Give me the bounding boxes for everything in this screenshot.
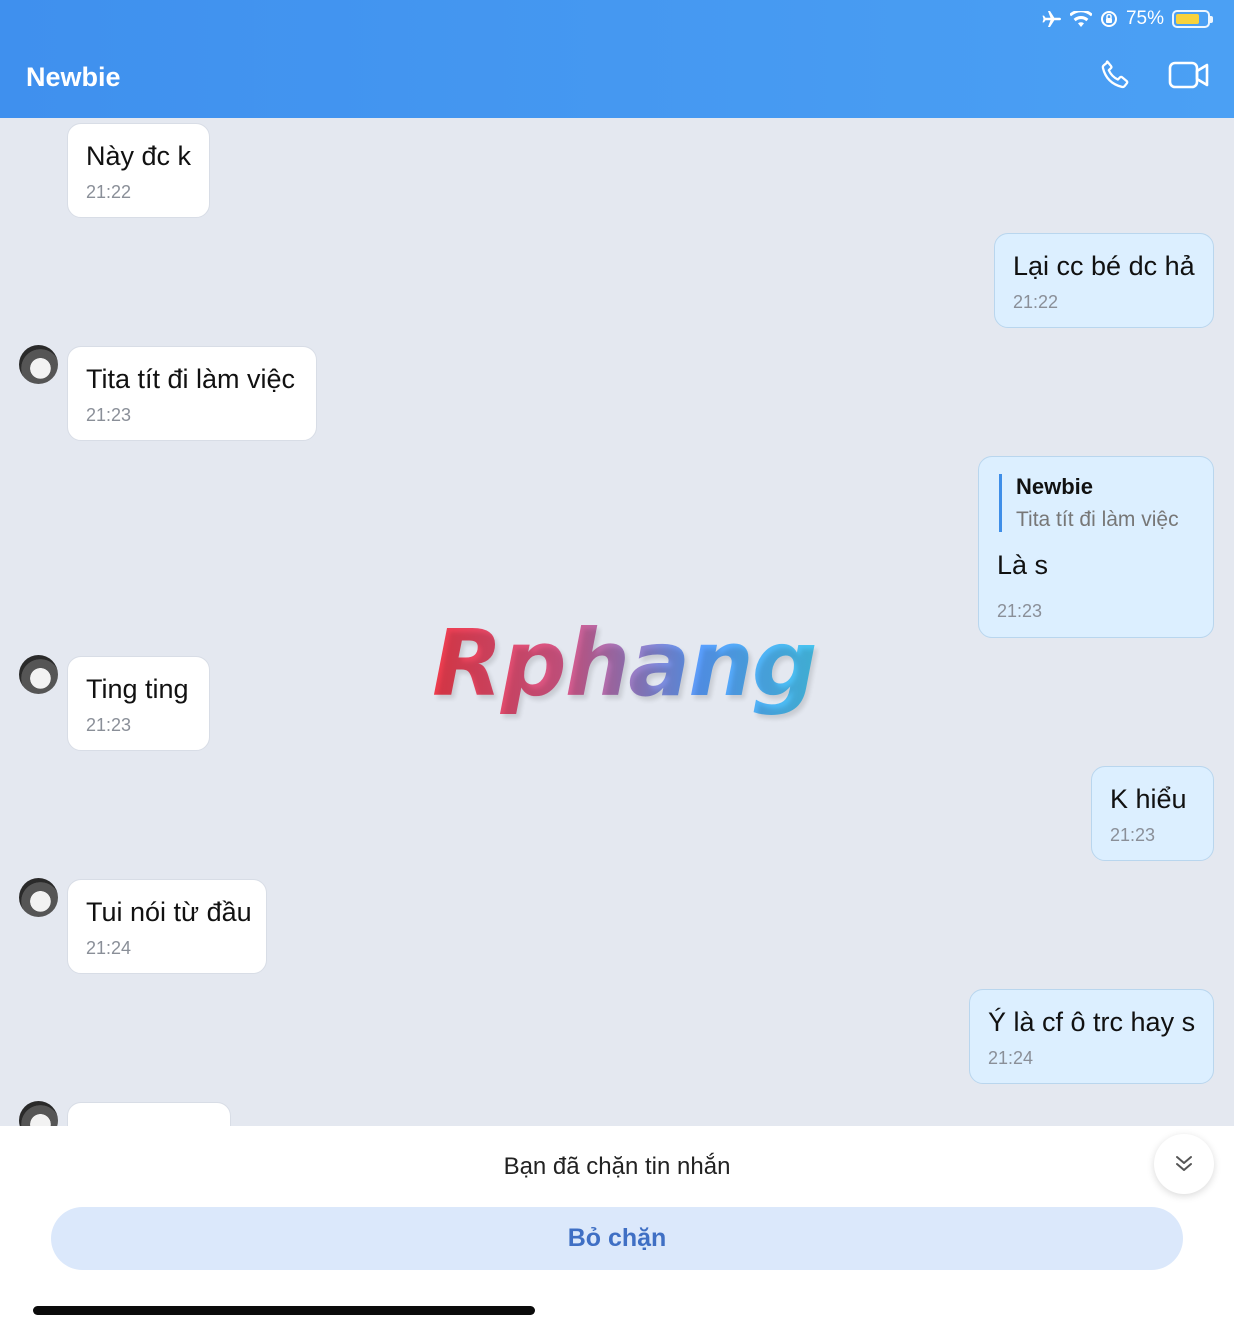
quoted-text: Tita tít đi làm việc xyxy=(1016,508,1179,531)
avatar[interactable] xyxy=(19,878,58,917)
message-time: 21:22 xyxy=(86,182,132,202)
battery-percentage: 75% xyxy=(1125,8,1164,29)
home-indicator[interactable] xyxy=(33,1306,535,1315)
message-time: 21:23 xyxy=(1110,825,1156,845)
double-chevron-down-icon xyxy=(1176,1156,1192,1171)
phone-icon[interactable] xyxy=(1098,58,1132,92)
outgoing-message[interactable]: K hiểu 21:23 xyxy=(1091,766,1214,861)
battery-icon xyxy=(1172,10,1213,28)
message-text: Lại cc bé dc hả xyxy=(1013,251,1195,281)
scroll-to-bottom-button[interactable] xyxy=(1154,1134,1214,1194)
message-text: Tui nói từ đầu xyxy=(86,897,252,927)
quoted-sender: Newbie xyxy=(1016,474,1094,499)
message-time: 21:23 xyxy=(86,405,132,425)
incoming-message[interactable]: Tita tít đi làm việc 21:23 xyxy=(67,346,317,441)
blocked-footer: Bạn đã chặn tin nhắn Bỏ chặn xyxy=(0,1126,1234,1328)
outgoing-reply-message[interactable]: Newbie Tita tít đi làm việc Là s 21:23 xyxy=(978,456,1214,638)
blocked-notice: Bạn đã chặn tin nhắn xyxy=(503,1153,731,1180)
incoming-message[interactable]: Ting ting 21:23 xyxy=(67,656,210,751)
avatar[interactable] xyxy=(19,1101,58,1126)
status-bar: 75% xyxy=(1042,8,1213,30)
reply-quote[interactable]: Newbie Tita tít đi làm việc xyxy=(999,474,1195,532)
incoming-message[interactable]: Này đc k 21:22 xyxy=(67,123,210,218)
message-text: Là s xyxy=(997,550,1049,580)
wifi-icon xyxy=(1069,10,1092,27)
message-text: K hiểu xyxy=(1110,784,1187,814)
message-time: 21:23 xyxy=(86,715,132,735)
video-camera-icon[interactable] xyxy=(1168,58,1210,92)
chat-header: 75% Newbie xyxy=(0,0,1234,118)
avatar[interactable] xyxy=(19,345,58,384)
message-text: Ting ting xyxy=(86,674,189,704)
incoming-message[interactable]: Tui nói từ đầu 21:24 xyxy=(67,879,267,974)
message-time: 21:22 xyxy=(1013,292,1059,312)
message-text: Ý là cf ô trc hay s xyxy=(988,1007,1196,1037)
message-time: 21:24 xyxy=(86,938,132,958)
orientation-lock-icon xyxy=(1100,11,1117,27)
message-time: 21:23 xyxy=(997,601,1043,621)
unblock-button[interactable]: Bỏ chặn xyxy=(51,1207,1183,1270)
conversation-title[interactable]: Newbie xyxy=(26,62,121,93)
outgoing-message[interactable]: Ý là cf ô trc hay s 21:24 xyxy=(969,989,1214,1084)
message-text: Này đc k xyxy=(86,141,192,171)
incoming-message[interactable] xyxy=(67,1102,231,1126)
message-time: 21:24 xyxy=(988,1048,1034,1068)
airplane-icon xyxy=(1042,11,1061,27)
avatar[interactable] xyxy=(19,655,58,694)
message-text: Tita tít đi làm việc xyxy=(86,364,296,394)
watermark-logo: Rphang xyxy=(432,610,818,717)
outgoing-message[interactable]: Lại cc bé dc hả 21:22 xyxy=(994,233,1214,328)
